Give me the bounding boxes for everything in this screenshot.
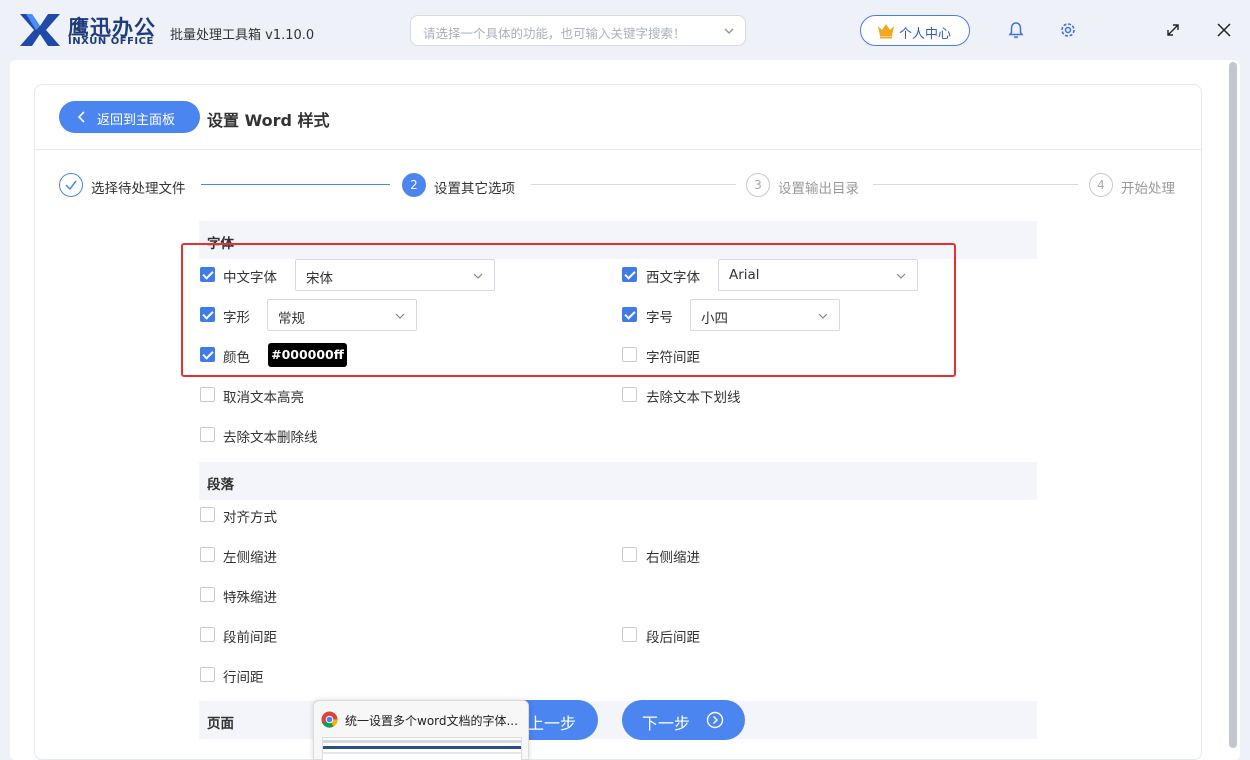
preview-title: 统一设置多个word文档的字体... — [345, 714, 518, 728]
step-line-1 — [201, 184, 390, 185]
left-indent-label: 左侧缩进 — [223, 550, 277, 566]
remove-strike-label: 去除文本删除线 — [223, 430, 318, 446]
scrollbar-thumb[interactable] — [1229, 62, 1237, 748]
crown-icon — [878, 24, 894, 39]
gear-icon[interactable] — [1058, 20, 1078, 40]
align-label: 对齐方式 — [223, 510, 277, 526]
next-step-label: 下一步 — [642, 714, 691, 733]
back-to-main-button[interactable]: 返回到主面板 — [59, 101, 200, 133]
after-spacing-checkbox[interactable] — [622, 627, 637, 642]
preview-thumbnail — [322, 737, 522, 760]
step-4-label: 开始处理 — [1121, 181, 1175, 197]
prev-step-label: 上一步 — [528, 714, 577, 733]
special-indent-label: 特殊缩进 — [223, 590, 277, 606]
settings-card — [34, 84, 1202, 760]
line-spacing-label: 行间距 — [223, 670, 264, 686]
logo-text-en: INXUN OFFICE — [68, 36, 154, 47]
right-indent-label: 右侧缩进 — [646, 550, 700, 566]
right-indent-checkbox[interactable] — [622, 547, 637, 562]
expand-icon[interactable] — [1163, 20, 1183, 40]
search-placeholder: 请选择一个具体的功能，也可输入关键字搜索！ — [423, 26, 686, 41]
step-line-2 — [531, 184, 736, 185]
logo-mark-icon — [20, 14, 60, 46]
back-button-label: 返回到主面板 — [97, 113, 176, 128]
paragraph-section-header: 段落 — [199, 462, 1037, 500]
user-center-label: 个人中心 — [899, 27, 952, 42]
step-line-3 — [873, 184, 1078, 185]
step-1-check-icon — [59, 173, 83, 197]
remove-highlight-label: 取消文本高亮 — [223, 390, 304, 406]
chrome-icon — [321, 711, 338, 728]
before-spacing-checkbox[interactable] — [200, 627, 215, 642]
step-3-circle: 3 — [746, 173, 770, 197]
step-3-label: 设置输出目录 — [778, 181, 859, 197]
user-center-button[interactable]: 个人中心 — [860, 15, 970, 46]
chevron-down-icon — [724, 28, 734, 34]
step-2-label: 设置其它选项 — [434, 181, 515, 197]
after-spacing-label: 段后间距 — [646, 630, 700, 646]
remove-underline-checkbox[interactable] — [622, 387, 637, 402]
special-indent-checkbox[interactable] — [200, 587, 215, 602]
page-title: 设置 Word 样式 — [207, 111, 330, 130]
check-icon — [65, 180, 77, 191]
remove-highlight-checkbox[interactable] — [200, 387, 215, 402]
header-divider — [35, 149, 1201, 150]
left-indent-checkbox[interactable] — [200, 547, 215, 562]
function-search-input[interactable]: 请选择一个具体的功能，也可输入关键字搜索！ — [410, 15, 746, 46]
chevron-left-icon — [77, 111, 85, 123]
annotation-highlight-box — [181, 243, 956, 377]
align-checkbox[interactable] — [200, 507, 215, 522]
taskbar-window-preview[interactable]: 统一设置多个word文档的字体... — [313, 700, 529, 760]
title-bar: 鹰迅办公 INXUN OFFICE 批量处理工具箱 v1.10.0 请选择一个具… — [0, 0, 1250, 60]
remove-strike-checkbox[interactable] — [200, 427, 215, 442]
close-icon[interactable] — [1214, 20, 1234, 40]
remove-underline-label: 去除文本下划线 — [646, 390, 741, 406]
line-spacing-checkbox[interactable] — [200, 667, 215, 682]
vertical-scrollbar[interactable] — [1227, 62, 1239, 748]
step-4-circle: 4 — [1089, 173, 1113, 197]
step-2-circle: 2 — [402, 173, 426, 197]
next-step-button[interactable]: 下一步 — [622, 700, 745, 740]
app-title: 批量处理工具箱 v1.10.0 — [170, 28, 315, 43]
before-spacing-label: 段前间距 — [223, 630, 277, 646]
page-section-title: 页面 — [207, 716, 234, 732]
app-logo: 鹰迅办公 INXUN OFFICE — [18, 10, 158, 50]
arrow-right-circle-icon — [706, 711, 724, 729]
bell-icon[interactable] — [1006, 20, 1026, 40]
paragraph-section-title: 段落 — [207, 477, 234, 493]
step-1-label: 选择待处理文件 — [91, 181, 186, 197]
